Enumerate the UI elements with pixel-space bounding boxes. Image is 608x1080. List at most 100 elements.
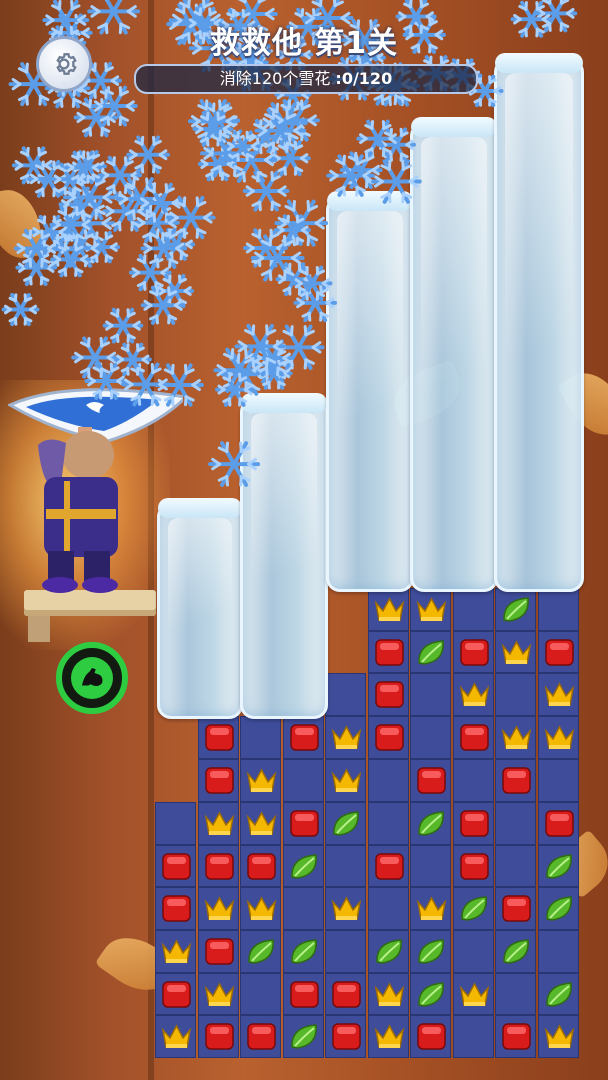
board-cell[interactable] <box>282 759 324 802</box>
board-cell[interactable] <box>197 802 239 845</box>
snowflake-icon <box>71 336 119 379</box>
board-cell[interactable] <box>537 631 579 673</box>
board-cell[interactable] <box>240 845 281 887</box>
board-cell[interactable] <box>325 845 366 887</box>
board-cell[interactable] <box>367 930 409 973</box>
board-cell[interactable] <box>282 887 324 930</box>
board-cell[interactable] <box>495 631 536 673</box>
board-cell[interactable] <box>197 716 239 759</box>
board-cell[interactable] <box>410 802 451 845</box>
board-cell[interactable] <box>495 887 536 930</box>
board-cell[interactable] <box>367 1015 409 1058</box>
board-cell[interactable] <box>537 673 579 716</box>
board-cell[interactable] <box>537 845 579 887</box>
board-cell[interactable] <box>197 759 239 802</box>
board-cell[interactable] <box>410 759 451 802</box>
board-cell[interactable] <box>495 759 536 802</box>
board-cell[interactable] <box>240 973 281 1015</box>
board-cell[interactable] <box>537 716 579 759</box>
board-cell[interactable] <box>410 1015 451 1058</box>
board-cell[interactable] <box>537 759 579 802</box>
board-cell[interactable] <box>240 802 281 845</box>
board-cell[interactable] <box>495 716 536 759</box>
board-cell[interactable] <box>240 716 281 759</box>
board-cell[interactable] <box>367 588 409 631</box>
board-cell[interactable] <box>495 930 536 973</box>
red-gem <box>374 853 404 880</box>
board-cell[interactable] <box>197 973 239 1015</box>
board-cell[interactable] <box>452 716 494 759</box>
board-cell[interactable] <box>367 845 409 887</box>
board-cell[interactable] <box>155 845 196 887</box>
board-cell[interactable] <box>495 973 536 1015</box>
board-cell[interactable] <box>452 930 494 973</box>
power-up-button[interactable] <box>56 642 128 714</box>
board-cell[interactable] <box>325 673 366 716</box>
board-cell[interactable] <box>325 716 366 759</box>
board-cell[interactable] <box>537 973 579 1015</box>
crown-gem <box>374 982 404 1006</box>
board-cell[interactable] <box>367 802 409 845</box>
board-cell[interactable] <box>282 802 324 845</box>
board-cell[interactable] <box>410 673 451 716</box>
board-cell[interactable] <box>410 631 451 673</box>
board-cell[interactable] <box>325 802 366 845</box>
board-cell[interactable] <box>282 845 324 887</box>
board-cell[interactable] <box>367 973 409 1015</box>
board-cell[interactable] <box>367 631 409 673</box>
board-cell[interactable] <box>410 973 451 1015</box>
board-cell[interactable] <box>197 1015 239 1058</box>
board-cell[interactable] <box>282 716 324 759</box>
board-cell[interactable] <box>197 930 239 973</box>
board-cell[interactable] <box>240 1015 281 1058</box>
board-cell[interactable] <box>155 930 196 973</box>
board-cell[interactable] <box>325 930 366 973</box>
board-cell[interactable] <box>367 673 409 716</box>
board-cell[interactable] <box>537 930 579 973</box>
board-cell[interactable] <box>537 588 579 631</box>
board-cell[interactable] <box>197 845 239 887</box>
board-cell[interactable] <box>452 588 494 631</box>
board-cell[interactable] <box>495 802 536 845</box>
board-cell[interactable] <box>282 1015 324 1058</box>
board-cell[interactable] <box>367 887 409 930</box>
board-cell[interactable] <box>282 973 324 1015</box>
board-cell[interactable] <box>495 845 536 887</box>
board-cell[interactable] <box>325 973 366 1015</box>
board-cell[interactable] <box>410 887 451 930</box>
board-cell[interactable] <box>452 973 494 1015</box>
board-cell[interactable] <box>495 673 536 716</box>
board-cell[interactable] <box>452 759 494 802</box>
board-cell[interactable] <box>155 1015 196 1058</box>
board-cell[interactable] <box>155 802 196 845</box>
board-cell[interactable] <box>197 887 239 930</box>
board-cell[interactable] <box>452 1015 494 1058</box>
board-cell[interactable] <box>240 930 281 973</box>
crown-gem <box>501 640 532 664</box>
board-cell[interactable] <box>410 716 451 759</box>
board-cell[interactable] <box>325 1015 366 1058</box>
board-cell[interactable] <box>537 1015 579 1058</box>
board-cell[interactable] <box>452 631 494 673</box>
board-cell[interactable] <box>452 802 494 845</box>
board-cell[interactable] <box>452 845 494 887</box>
board-cell[interactable] <box>240 887 281 930</box>
crown-gem <box>246 896 277 920</box>
board-cell[interactable] <box>155 887 196 930</box>
board-cell[interactable] <box>155 973 196 1015</box>
board-cell[interactable] <box>495 1015 536 1058</box>
board-cell[interactable] <box>537 802 579 845</box>
board-cell[interactable] <box>537 887 579 930</box>
board-cell[interactable] <box>452 887 494 930</box>
board-cell[interactable] <box>367 716 409 759</box>
board-cell[interactable] <box>325 759 366 802</box>
board-cell[interactable] <box>240 759 281 802</box>
board-cell[interactable] <box>452 673 494 716</box>
board-cell[interactable] <box>367 759 409 802</box>
board-cell[interactable] <box>325 887 366 930</box>
board-cell[interactable] <box>410 930 451 973</box>
board-cell[interactable] <box>410 588 451 631</box>
board-cell[interactable] <box>282 930 324 973</box>
board-cell[interactable] <box>495 588 536 631</box>
board-cell[interactable] <box>410 845 451 887</box>
